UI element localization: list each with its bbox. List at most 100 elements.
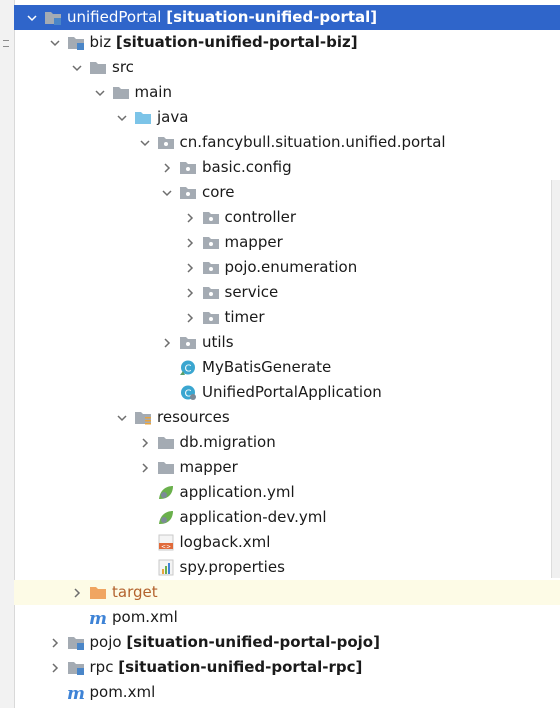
item-name: pom.xml: [112, 608, 178, 626]
resources-folder-icon: [134, 409, 152, 426]
chevron-down-icon[interactable]: [47, 30, 63, 55]
tree-row-target[interactable]: target: [14, 580, 560, 605]
spring-config-icon: [157, 509, 175, 526]
tree-row-rpc[interactable]: rpc [situation-unified-portal-rpc]: [14, 655, 550, 680]
package-icon: [202, 259, 220, 276]
item-name: application-dev.yml: [179, 508, 327, 526]
tree-row-timer[interactable]: timer: [14, 305, 550, 330]
package-icon: [179, 159, 197, 176]
tree-row-label: logback.xml: [180, 530, 271, 555]
svg-text:m: m: [89, 609, 107, 626]
tree-row-label: pojo [situation-unified-portal-pojo]: [90, 630, 380, 655]
item-name: service: [224, 283, 279, 301]
folder-icon: [157, 434, 175, 451]
tree-row-utils[interactable]: utils: [14, 330, 550, 355]
tree-row-label: application-dev.yml: [180, 505, 327, 530]
item-name: logback.xml: [179, 533, 271, 551]
vertical-scrollbar[interactable]: [551, 180, 560, 578]
tree-row-resources[interactable]: resources: [14, 405, 550, 430]
chevron-right-icon[interactable]: [47, 630, 63, 655]
tree-row-label: main: [135, 80, 172, 105]
chevron-right-icon[interactable]: [182, 230, 198, 255]
item-name: rpc: [89, 658, 114, 676]
tree-row-label: cn.fancybull.situation.unified.portal: [180, 130, 446, 155]
excluded-folder-icon: [89, 584, 107, 601]
chevron-right-icon[interactable]: [182, 305, 198, 330]
tree-row-unifiedPortal[interactable]: unifiedPortal [situation-unified-portal]: [14, 5, 560, 30]
tree-row-logback-xml[interactable]: <> logback.xml: [14, 530, 550, 555]
item-name: cn.fancybull.situation.unified.portal: [179, 133, 446, 151]
chevron-right-icon[interactable]: [69, 580, 85, 605]
tree-row-spy-properties[interactable]: spy.properties: [14, 555, 550, 580]
tree-row-core[interactable]: core: [14, 180, 550, 205]
module-folder-icon: [44, 9, 62, 26]
tree-row-controller[interactable]: controller: [14, 205, 550, 230]
tree-row-label: java: [157, 105, 188, 130]
tree-row-application-yml[interactable]: application.yml: [14, 480, 550, 505]
tree-row-application-dev-yml[interactable]: application-dev.yml: [14, 505, 550, 530]
tree-row-db-migration[interactable]: db.migration: [14, 430, 550, 455]
chevron-down-icon[interactable]: [69, 55, 85, 80]
tree-row-resources-mapper[interactable]: mapper: [14, 455, 550, 480]
tree-row-java[interactable]: java: [14, 105, 550, 130]
java-app-class-icon: C: [179, 384, 197, 401]
chevron-down-icon[interactable]: [159, 180, 175, 205]
item-name: basic.config: [202, 158, 292, 176]
chevron-right-icon[interactable]: [182, 280, 198, 305]
tree-row-label: pojo.enumeration: [225, 255, 358, 280]
item-name: pojo.enumeration: [224, 258, 358, 276]
chevron-right-icon[interactable]: [137, 455, 153, 480]
tree-row-src[interactable]: src: [14, 55, 550, 80]
item-name: mapper: [224, 233, 283, 251]
chevron-right-icon[interactable]: [159, 155, 175, 180]
tree-row-biz-pom[interactable]: m pom.xml: [14, 605, 550, 630]
tree-row-label: application.yml: [180, 480, 295, 505]
maven-file-icon: m: [89, 609, 107, 626]
item-name: pojo: [89, 633, 122, 651]
tree-row-mybatisgenerate[interactable]: C MyBatisGenerate: [14, 355, 550, 380]
item-name: pom.xml: [89, 683, 156, 701]
tree-row-label: UnifiedPortalApplication: [202, 380, 382, 405]
properties-file-icon: [157, 559, 175, 576]
module-folder-icon: [67, 659, 85, 676]
tree-row-label: unifiedPortal [situation-unified-portal]: [67, 5, 377, 30]
tree-row-label: target: [112, 580, 158, 605]
tree-row-label: mapper: [225, 230, 283, 255]
tree-row-service[interactable]: service: [14, 280, 550, 305]
chevron-right-icon[interactable]: [137, 430, 153, 455]
module-artifact-name: [situation-unified-portal]: [166, 8, 378, 26]
chevron-down-icon[interactable]: [114, 105, 130, 130]
chevron-right-icon[interactable]: [182, 205, 198, 230]
java-class-icon: C: [179, 359, 197, 376]
tree-row-label: timer: [225, 305, 265, 330]
tree-row-mapper[interactable]: mapper: [14, 230, 550, 255]
chevron-right-icon[interactable]: [159, 330, 175, 355]
item-name: core: [202, 183, 235, 201]
spring-config-icon: [157, 484, 175, 501]
tree-row-label: mapper: [180, 455, 238, 480]
item-name: target: [112, 583, 158, 601]
tree-row-basic-config[interactable]: basic.config: [14, 155, 550, 180]
tree-row-pojo[interactable]: pojo [situation-unified-portal-pojo]: [14, 630, 550, 655]
chevron-down-icon[interactable]: [137, 130, 153, 155]
source-folder-icon: [134, 109, 152, 126]
tree-row-biz[interactable]: biz [situation-unified-portal-biz]: [14, 30, 550, 55]
item-name: spy.properties: [179, 558, 285, 576]
item-name: biz: [89, 33, 112, 51]
tree-row-unifiedportalapplication[interactable]: C UnifiedPortalApplication: [14, 380, 550, 405]
tree-row-main[interactable]: main: [14, 80, 550, 105]
chevron-right-icon[interactable]: [47, 655, 63, 680]
tree-row-label: db.migration: [180, 430, 276, 455]
chevron-down-icon[interactable]: [24, 5, 40, 30]
package-icon: [202, 234, 220, 251]
package-icon: [202, 284, 220, 301]
gutter-mark: [3, 46, 9, 47]
tree-row-root-pom[interactable]: m pom.xml: [14, 680, 550, 705]
chevron-down-icon[interactable]: [114, 405, 130, 430]
chevron-down-icon[interactable]: [92, 80, 108, 105]
tree-row-pojo-enumeration[interactable]: pojo.enumeration: [14, 255, 550, 280]
item-name: timer: [224, 308, 265, 326]
item-name: db.migration: [179, 433, 276, 451]
chevron-right-icon[interactable]: [182, 255, 198, 280]
tree-row-package[interactable]: cn.fancybull.situation.unified.portal: [14, 130, 550, 155]
